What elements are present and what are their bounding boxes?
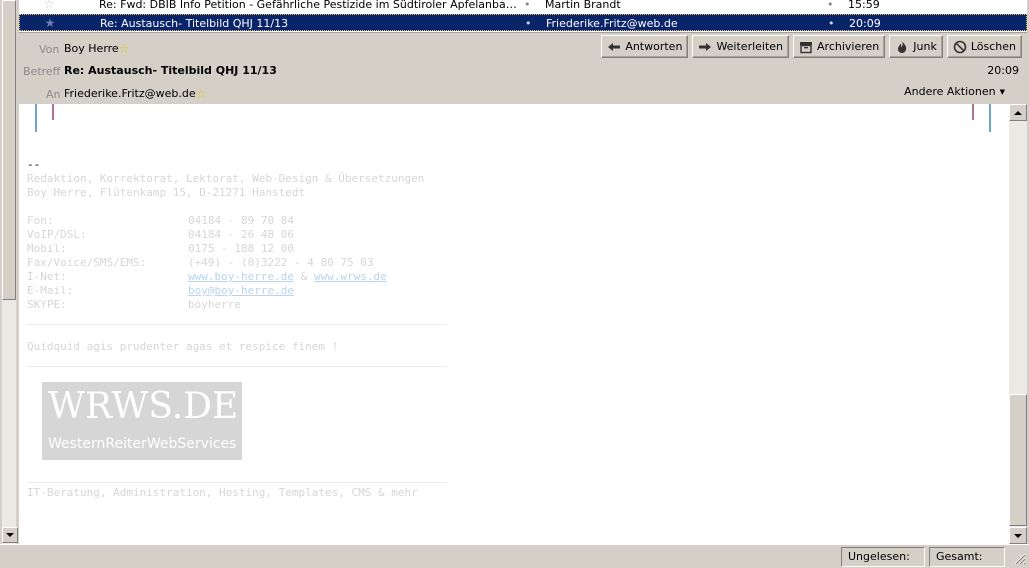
archive-button[interactable]: Archivieren bbox=[793, 35, 886, 58]
junk-button[interactable]: Junk bbox=[889, 35, 943, 58]
contact-star-icon[interactable]: ☆ bbox=[119, 42, 130, 56]
delete-button[interactable]: Löschen bbox=[946, 35, 1022, 58]
quote-bar bbox=[989, 104, 991, 132]
read-status-dot-icon[interactable]: • bbox=[524, 0, 531, 12]
contact-label: Mobil: bbox=[27, 242, 67, 255]
scroll-down-button[interactable] bbox=[1009, 527, 1027, 544]
arrow-down-icon bbox=[6, 533, 14, 537]
forward-label: Weiterleiten bbox=[716, 40, 784, 53]
reply-arrow-icon bbox=[608, 42, 621, 51]
contact-label: Fax/Voice/SMS/EMS: bbox=[27, 256, 147, 269]
unread-count: Ungelesen: 0 bbox=[841, 547, 925, 567]
message-subject: Re: Fwd: DBIB Info Petition - Gefährlich… bbox=[99, 0, 519, 11]
message-body-scrollbar[interactable] bbox=[1009, 104, 1027, 544]
signature-email: E-Mail: boy@boy-herre.de bbox=[27, 284, 294, 297]
contact-value: 04184 - 89 70 84 bbox=[188, 214, 294, 227]
message-header-pane: Von Boy Herre☆ Betreff Re: Austausch- Ti… bbox=[19, 34, 1027, 104]
website-link[interactable]: www.wrws.de bbox=[314, 270, 387, 283]
from-value[interactable]: Boy Herre☆ bbox=[64, 42, 129, 56]
contact-value: (+49) - (0)3222 - 4 80 75 03 bbox=[188, 256, 374, 269]
thread-scroll-down-button[interactable] bbox=[2, 527, 18, 543]
contact-label: E-Mail: bbox=[27, 284, 74, 297]
contact-value: 0175 - 188 12 00 bbox=[188, 242, 294, 255]
signature-skype: SKYPE: boyherre bbox=[27, 298, 241, 311]
signature-line: Redaktion, Korrektorat, Lektorat, Web-De… bbox=[27, 172, 425, 185]
message-sender: Martin Brandt bbox=[545, 0, 621, 11]
message-time: 15:59 bbox=[848, 0, 880, 11]
signature-separator: -- bbox=[27, 158, 41, 171]
signature-contact: VoIP/DSL: 04184 - 26 48 06 bbox=[27, 228, 294, 241]
contact-star-icon[interactable]: ☆ bbox=[196, 87, 207, 101]
archive-label: Archivieren bbox=[817, 40, 880, 53]
arrow-down-icon bbox=[1014, 533, 1022, 538]
signature-contact: Mobil: 0175 - 188 12 00 bbox=[27, 242, 294, 255]
delete-circle-icon bbox=[953, 40, 967, 53]
to-value[interactable]: Friederike.Fritz@web.de☆ bbox=[64, 87, 206, 101]
junk-status-dot-icon[interactable]: • bbox=[828, 15, 835, 32]
logo-subtitle: WesternReiterWebServices bbox=[48, 436, 237, 452]
total-count: Gesamt: 60 bbox=[929, 547, 1005, 567]
message-time: 20:09 bbox=[849, 17, 881, 30]
contact-label: SKYPE: bbox=[27, 298, 67, 311]
message-toolbar: Antworten Weiterleiten Archivieren Junk … bbox=[601, 35, 1022, 58]
message-subject: Re: Austausch- Titelbild QHJ 11/13 bbox=[100, 17, 289, 30]
signature-motto: Quidquid agis prudenter agas et respice … bbox=[27, 340, 339, 353]
message-row[interactable]: ☆ Re: Fwd: DBIB Info Petition - Gefährli… bbox=[19, 0, 1027, 12]
signature-footer: IT-Beratung, Administration, Hosting, Te… bbox=[27, 486, 418, 499]
subject-value: Re: Austausch- Titelbild QHJ 11/13 bbox=[64, 64, 277, 77]
scroll-thumb[interactable] bbox=[1009, 394, 1027, 526]
dropdown-caret-icon: ▼ bbox=[999, 88, 1005, 96]
signature-divider bbox=[27, 482, 447, 483]
delete-label: Löschen bbox=[970, 40, 1016, 53]
subject-label: Betreff bbox=[23, 65, 61, 78]
from-name[interactable]: Boy Herre bbox=[64, 42, 119, 55]
message-body[interactable]: -- Redaktion, Korrektorat, Lektorat, Web… bbox=[19, 104, 1009, 544]
contact-value: boyherre bbox=[188, 298, 241, 311]
contact-value: 04184 - 26 48 06 bbox=[188, 228, 294, 241]
more-actions-dropdown[interactable]: Andere Aktionen ▼ bbox=[904, 85, 1005, 98]
archive-box-icon bbox=[800, 41, 813, 53]
signature-web: I-Net: www.boy-herre.de & www.wrws.de bbox=[27, 270, 387, 283]
email-link[interactable]: boy@boy-herre.de bbox=[188, 284, 294, 297]
status-bar: Ungelesen: 0 Gesamt: 60 bbox=[0, 544, 1029, 568]
junk-flame-icon bbox=[898, 40, 907, 53]
reply-button[interactable]: Antworten bbox=[601, 35, 689, 58]
quote-bar bbox=[35, 104, 37, 132]
signature-contact: Fon: 04184 - 89 70 84 bbox=[27, 214, 294, 227]
arrow-up-icon bbox=[1014, 110, 1022, 115]
message-row-selected[interactable]: ★ Re: Austausch- Titelbild QHJ 11/13 • F… bbox=[19, 14, 1027, 31]
star-icon[interactable]: ★ bbox=[43, 15, 57, 32]
signature-divider bbox=[27, 366, 447, 367]
forward-arrow-icon bbox=[699, 42, 712, 51]
junk-status-dot-icon[interactable]: • bbox=[827, 0, 834, 12]
from-label: Von bbox=[39, 43, 60, 56]
junk-label: Junk bbox=[913, 40, 937, 53]
to-label: An bbox=[46, 88, 61, 101]
message-date: 20:09 bbox=[987, 64, 1019, 77]
star-icon[interactable]: ☆ bbox=[42, 0, 56, 12]
signature-contact: Fax/Voice/SMS/EMS: (+49) - (0)3222 - 4 80… bbox=[27, 256, 373, 269]
contact-label: Fon: bbox=[27, 214, 54, 227]
to-address[interactable]: Friederike.Fritz@web.de bbox=[64, 87, 196, 100]
logo-title: WRWS.DE bbox=[48, 386, 239, 427]
link-separator: & bbox=[293, 270, 314, 283]
message-list: ☆ Re: Fwd: DBIB Info Petition - Gefährli… bbox=[19, 0, 1027, 33]
quote-bar bbox=[52, 104, 54, 120]
website-link[interactable]: www.boy-herre.de bbox=[188, 270, 294, 283]
contact-label: VoIP/DSL: bbox=[27, 228, 87, 241]
signature-address: Boy Herre, Flütenkamp 15, D-21271 Hanste… bbox=[27, 186, 306, 199]
contact-label: I-Net: bbox=[27, 270, 67, 283]
thread-pane-scrollbar[interactable] bbox=[0, 0, 19, 568]
forward-button[interactable]: Weiterleiten bbox=[692, 35, 790, 58]
wrws-logo: WRWS.DE WesternReiterWebServices bbox=[42, 382, 242, 460]
quote-bar bbox=[972, 104, 974, 120]
scroll-up-button[interactable] bbox=[1009, 104, 1027, 121]
more-actions-label: Andere Aktionen bbox=[904, 85, 996, 98]
resize-grip-icon[interactable] bbox=[1010, 549, 1026, 567]
reply-label: Antworten bbox=[625, 40, 683, 53]
message-sender: Friederike.Fritz@web.de bbox=[546, 17, 678, 30]
thread-scroll-thumb[interactable] bbox=[2, 0, 16, 300]
read-status-dot-icon[interactable]: • bbox=[525, 15, 532, 32]
signature-divider bbox=[27, 324, 447, 325]
